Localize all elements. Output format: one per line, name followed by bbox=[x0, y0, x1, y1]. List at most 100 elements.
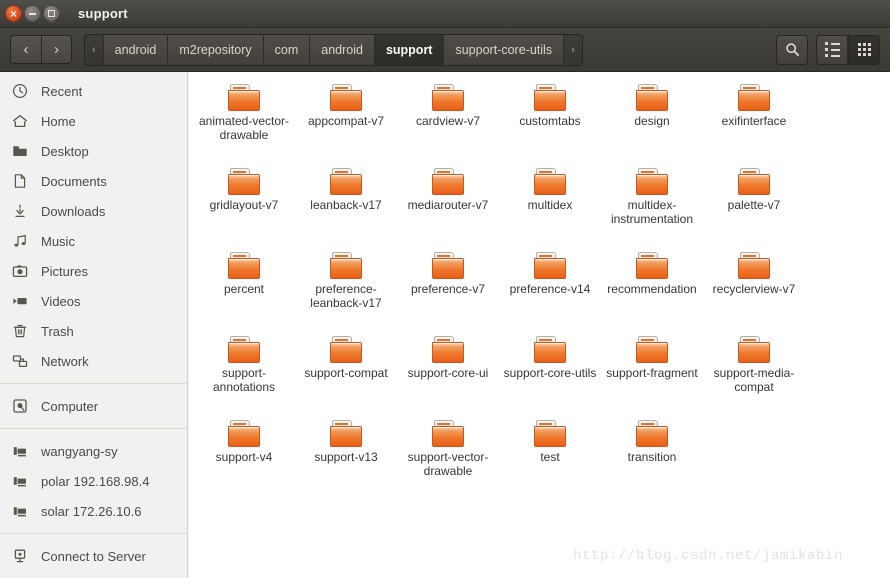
file-item[interactable]: mediarouter-v7 bbox=[397, 164, 499, 248]
file-item[interactable]: recyclerview-v7 bbox=[703, 248, 805, 332]
maximize-button[interactable] bbox=[43, 5, 60, 22]
breadcrumb-prev-button[interactable]: ‹ bbox=[85, 34, 104, 65]
sidebar-item-downloads[interactable]: Downloads bbox=[0, 196, 187, 226]
file-item[interactable]: multidex bbox=[499, 164, 601, 248]
file-list-view[interactable]: animated-vector-drawable appcompat-v7 card… bbox=[189, 72, 890, 578]
breadcrumb-next-button[interactable]: › bbox=[564, 34, 582, 65]
file-item[interactable]: support-v13 bbox=[295, 416, 397, 500]
list-view-button[interactable] bbox=[816, 34, 848, 65]
file-item[interactable]: palette-v7 bbox=[703, 164, 805, 248]
sidebar-item-pictures[interactable]: Pictures bbox=[0, 256, 187, 286]
forward-button[interactable]: › bbox=[41, 35, 72, 64]
video-icon bbox=[12, 292, 34, 310]
file-item[interactable]: animated-vector-drawable bbox=[193, 80, 295, 164]
file-item[interactable]: support-core-utils bbox=[499, 332, 601, 416]
folder-icon bbox=[330, 168, 362, 195]
back-button[interactable]: ‹ bbox=[10, 35, 41, 64]
file-item[interactable]: customtabs bbox=[499, 80, 601, 164]
grid-view-button[interactable] bbox=[848, 34, 880, 65]
sidebar-item-label: Videos bbox=[41, 293, 81, 309]
sidebar-item-documents[interactable]: Documents bbox=[0, 166, 187, 196]
sidebar-item-label: polar 192.168.98.4 bbox=[41, 473, 150, 489]
file-item[interactable]: support-compat bbox=[295, 332, 397, 416]
close-icon bbox=[10, 8, 17, 20]
sidebar-item-connect-to-server[interactable]: Connect to Server bbox=[0, 541, 187, 571]
sidebar-item-polar[interactable]: polar 192.168.98.4 bbox=[0, 466, 187, 496]
file-item[interactable]: support-annotations bbox=[193, 332, 295, 416]
sidebar-item-label: Home bbox=[41, 113, 76, 129]
minimize-button[interactable] bbox=[24, 5, 41, 22]
document-icon bbox=[12, 172, 34, 190]
sidebar-item-solar[interactable]: solar 172.26.10.6 bbox=[0, 496, 187, 526]
breadcrumb-item-com[interactable]: com bbox=[263, 34, 311, 65]
file-item[interactable]: test bbox=[499, 416, 601, 500]
folder-icon bbox=[432, 420, 464, 447]
file-item[interactable]: exifinterface bbox=[703, 80, 805, 164]
file-item[interactable]: support-media-compat bbox=[703, 332, 805, 416]
sidebar-item-network[interactable]: Network bbox=[0, 346, 187, 376]
sidebar-item-computer[interactable]: Computer bbox=[0, 391, 187, 421]
file-item[interactable]: percent bbox=[193, 248, 295, 332]
sidebar-item-label: Computer bbox=[41, 398, 99, 414]
sidebar-item-label: Connect to Server bbox=[41, 548, 146, 564]
folder-icon bbox=[534, 84, 566, 111]
file-item[interactable]: preference-v14 bbox=[499, 248, 601, 332]
trash-icon bbox=[12, 322, 34, 340]
toolbar: ‹ › ‹ android m2repository com android s… bbox=[0, 28, 890, 72]
file-item[interactable]: support-fragment bbox=[601, 332, 703, 416]
breadcrumb-item-support[interactable]: support bbox=[374, 34, 445, 65]
search-button[interactable] bbox=[776, 34, 808, 65]
file-item[interactable]: gridlayout-v7 bbox=[193, 164, 295, 248]
file-item[interactable]: appcompat-v7 bbox=[295, 80, 397, 164]
network-icon bbox=[12, 352, 34, 370]
file-item-label: recommendation bbox=[607, 282, 697, 296]
file-item-label: support-fragment bbox=[606, 366, 698, 380]
file-item[interactable]: transition bbox=[601, 416, 703, 500]
file-item[interactable]: recommendation bbox=[601, 248, 703, 332]
file-item-label: cardview-v7 bbox=[415, 114, 481, 128]
watermark-text: http://blog.csdn.net/jamikabin bbox=[573, 548, 844, 564]
folder-icon bbox=[330, 252, 362, 279]
file-item[interactable]: preference-leanback-v17 bbox=[295, 248, 397, 332]
sidebar-item-trash[interactable]: Trash bbox=[0, 316, 187, 346]
sidebar-item-label: Recent bbox=[41, 83, 83, 99]
folder-icon bbox=[330, 84, 362, 111]
file-item[interactable]: cardview-v7 bbox=[397, 80, 499, 164]
file-item[interactable]: support-vector-drawable bbox=[397, 416, 499, 500]
server-icon bbox=[12, 472, 34, 490]
folder-icon bbox=[738, 84, 770, 111]
sidebar-item-desktop[interactable]: Desktop bbox=[0, 136, 187, 166]
sidebar-item-recent[interactable]: Recent bbox=[0, 76, 187, 106]
file-item[interactable]: preference-v7 bbox=[397, 248, 499, 332]
sidebar-item-label: Downloads bbox=[41, 203, 106, 219]
folder-icon bbox=[534, 336, 566, 363]
file-item[interactable]: design bbox=[601, 80, 703, 164]
breadcrumb-item-support-core-utils[interactable]: support-core-utils bbox=[444, 34, 565, 65]
file-item[interactable]: support-v4 bbox=[193, 416, 295, 500]
file-item[interactable]: support-core-ui bbox=[397, 332, 499, 416]
connect-server-icon bbox=[12, 547, 34, 565]
file-item-label: palette-v7 bbox=[727, 198, 781, 212]
breadcrumb-item-android-1[interactable]: android bbox=[103, 34, 169, 65]
file-item-label: preference-leanback-v17 bbox=[310, 282, 382, 310]
file-item-label: customtabs bbox=[519, 114, 581, 128]
list-view-icon bbox=[824, 42, 840, 57]
file-item-label: design bbox=[634, 114, 670, 128]
search-icon bbox=[785, 43, 799, 57]
sidebar-item-videos[interactable]: Videos bbox=[0, 286, 187, 316]
sidebar-item-music[interactable]: Music bbox=[0, 226, 187, 256]
computer-disk-icon bbox=[12, 397, 34, 415]
close-button[interactable] bbox=[5, 5, 22, 22]
folder-icon bbox=[738, 168, 770, 195]
view-toggle-group bbox=[816, 34, 880, 65]
file-item[interactable]: leanback-v17 bbox=[295, 164, 397, 248]
sidebar-item-home[interactable]: Home bbox=[0, 106, 187, 136]
maximize-icon bbox=[48, 10, 55, 17]
breadcrumb-item-m2repository[interactable]: m2repository bbox=[168, 34, 264, 65]
sidebar-item-wangyang-sy[interactable]: wangyang-sy bbox=[0, 436, 187, 466]
file-item[interactable]: multidex-instrumentation bbox=[601, 164, 703, 248]
file-item-label: exifinterface bbox=[721, 114, 787, 128]
file-item-label: animated-vector-drawable bbox=[198, 114, 290, 142]
clock-icon bbox=[12, 82, 34, 100]
breadcrumb-item-android-2[interactable]: android bbox=[310, 34, 375, 65]
